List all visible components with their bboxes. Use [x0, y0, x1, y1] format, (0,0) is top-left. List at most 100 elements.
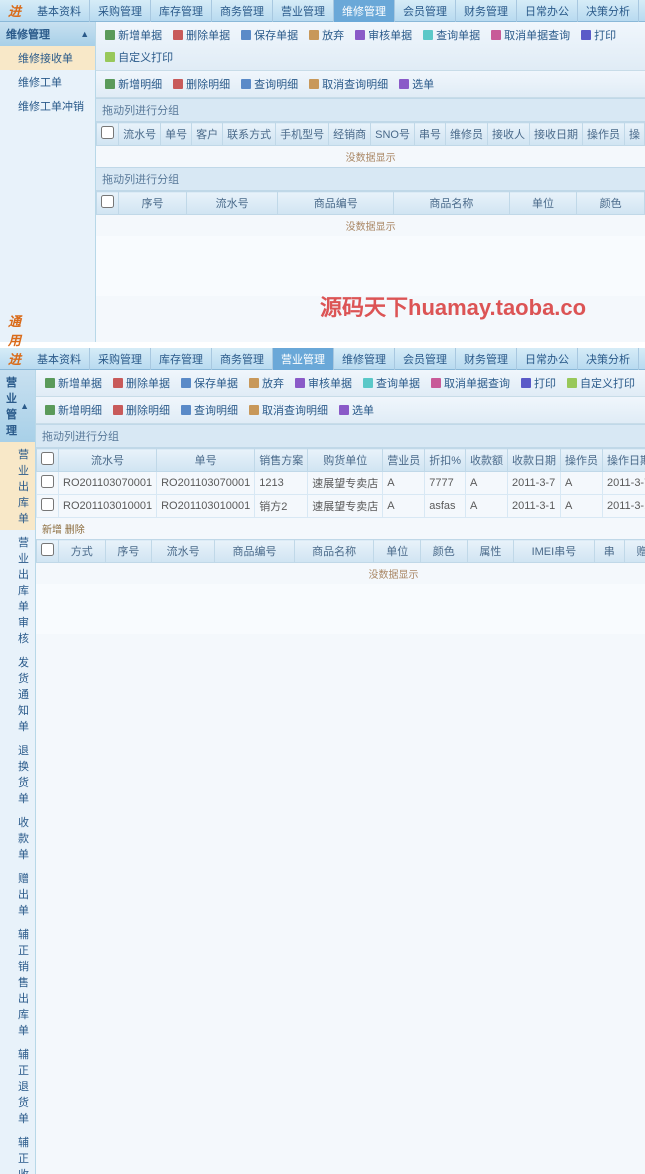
main-tab[interactable]: 基本资料: [29, 0, 90, 22]
row-checkbox[interactable]: [41, 475, 54, 488]
column-header[interactable]: 操作日期: [603, 449, 645, 472]
main-tab[interactable]: 日常办公: [517, 348, 578, 370]
toolbar-button[interactable]: 删除单据: [108, 373, 174, 393]
main-tab[interactable]: 查询管: [639, 0, 645, 22]
toolbar-button[interactable]: 查询单据: [418, 25, 484, 45]
select-all-checkbox[interactable]: [101, 195, 114, 208]
main-tab[interactable]: 维修管理: [334, 0, 395, 22]
column-header[interactable]: 颜色: [577, 192, 645, 215]
toolbar-button[interactable]: 新增单据: [40, 373, 106, 393]
main-tab[interactable]: 采购管理: [90, 0, 151, 22]
column-header[interactable]: 单号: [161, 123, 192, 146]
main-tab[interactable]: 营业管理: [273, 348, 334, 370]
toolbar-button[interactable]: 选单: [394, 74, 438, 94]
column-header[interactable]: SNO号: [371, 123, 415, 146]
main-tab[interactable]: 基本资料: [29, 348, 90, 370]
column-header[interactable]: 商品编号: [215, 540, 295, 563]
toolbar-button[interactable]: 删除明细: [168, 74, 234, 94]
column-header[interactable]: 流水号: [152, 540, 215, 563]
toolbar-button[interactable]: 取消查询明细: [244, 400, 332, 420]
column-header[interactable]: 串号: [415, 123, 446, 146]
sidebar-item[interactable]: 收款单: [0, 810, 35, 866]
main-tab[interactable]: 日常办公: [517, 0, 578, 22]
column-header[interactable]: IMEI串号: [514, 540, 595, 563]
main-tab[interactable]: 商务管理: [212, 0, 273, 22]
chevron-up-icon[interactable]: ▲: [80, 29, 89, 39]
toolbar-button[interactable]: 取消单据查询: [426, 373, 514, 393]
table-row[interactable]: RO201103010001RO201103010001销方2速展望专卖店Aas…: [37, 495, 645, 518]
toolbar-button[interactable]: 取消查询明细: [304, 74, 392, 94]
column-header[interactable]: 流水号: [186, 192, 278, 215]
toolbar-button[interactable]: 选单: [334, 400, 378, 420]
select-all-checkbox[interactable]: [101, 126, 114, 139]
column-header[interactable]: 维修员: [446, 123, 488, 146]
main-tab[interactable]: 决策分析: [578, 0, 639, 22]
sidebar-item[interactable]: 赠出单: [0, 866, 35, 922]
column-header[interactable]: 手机型号: [276, 123, 329, 146]
toolbar-button[interactable]: 取消单据查询: [486, 25, 574, 45]
toolbar-button[interactable]: 保存单据: [236, 25, 302, 45]
toolbar-button[interactable]: 保存单据: [176, 373, 242, 393]
toolbar-button[interactable]: 查询明细: [176, 400, 242, 420]
column-header[interactable]: 操作员: [583, 123, 625, 146]
column-header[interactable]: 销售方案: [255, 449, 308, 472]
sidebar-item[interactable]: 维修工单冲销: [0, 94, 95, 118]
column-header[interactable]: 客户: [192, 123, 223, 146]
footer-tabs[interactable]: 新增 删除: [36, 518, 645, 539]
toolbar-button[interactable]: 删除单据: [168, 25, 234, 45]
table-row[interactable]: RO201103070001RO2011030700011213速展望专卖店A7…: [37, 472, 645, 495]
toolbar-button[interactable]: 审核单据: [290, 373, 356, 393]
column-header[interactable]: 序号: [105, 540, 152, 563]
column-header[interactable]: 流水号: [119, 123, 161, 146]
column-header[interactable]: 经销商: [329, 123, 371, 146]
column-header[interactable]: 序号: [119, 192, 187, 215]
toolbar-button[interactable]: 自定义打印: [562, 373, 639, 393]
toolbar-button[interactable]: 删除明细: [108, 400, 174, 420]
toolbar-button[interactable]: 查询明细: [236, 74, 302, 94]
column-header[interactable]: 营业员: [383, 449, 425, 472]
column-header[interactable]: 收款日期: [508, 449, 561, 472]
sidebar-item[interactable]: 退换货单: [0, 738, 35, 810]
row-checkbox[interactable]: [41, 498, 54, 511]
column-header[interactable]: 属性: [467, 540, 514, 563]
toolbar-button[interactable]: 放弃: [244, 373, 288, 393]
toolbar-button[interactable]: 新增单据: [100, 25, 166, 45]
column-header[interactable]: 商品编号: [278, 192, 394, 215]
main-tab[interactable]: 商务管理: [212, 348, 273, 370]
column-header[interactable]: 流水号: [59, 449, 157, 472]
sidebar-item[interactable]: 辅正退货单: [0, 1042, 35, 1130]
sidebar-item[interactable]: 营业出库单审核: [0, 530, 35, 650]
column-header[interactable]: 单位: [509, 192, 577, 215]
column-header[interactable]: 单号: [157, 449, 255, 472]
main-tab[interactable]: 查询管理: [639, 348, 645, 370]
column-header[interactable]: 方式: [59, 540, 106, 563]
toolbar-button[interactable]: 查询单据: [358, 373, 424, 393]
column-header[interactable]: 联系方式: [223, 123, 276, 146]
toolbar-button[interactable]: 打印: [576, 25, 620, 45]
main-tab[interactable]: 库存管理: [151, 0, 212, 22]
sidebar-item[interactable]: 辅正销售出库单: [0, 922, 35, 1042]
toolbar-button[interactable]: 自定义打印: [100, 47, 177, 67]
sidebar-item[interactable]: 维修工单: [0, 70, 95, 94]
toolbar-button[interactable]: 新增明细: [40, 400, 106, 420]
column-header[interactable]: 购货单位: [308, 449, 383, 472]
chevron-up-icon[interactable]: ▲: [20, 401, 29, 411]
main-tab[interactable]: 财务管理: [456, 348, 517, 370]
column-header[interactable]: 操作员: [561, 449, 603, 472]
toolbar-button[interactable]: 审核单据: [350, 25, 416, 45]
toolbar-button[interactable]: 放弃: [304, 25, 348, 45]
sidebar-item[interactable]: 辅正收款单: [0, 1130, 35, 1174]
main-tab[interactable]: 财务管理: [456, 0, 517, 22]
column-header[interactable]: 颜色: [421, 540, 468, 563]
toolbar-button[interactable]: 新增明细: [100, 74, 166, 94]
column-header[interactable]: 赠品: [624, 540, 645, 563]
column-header[interactable]: 接收日期: [530, 123, 583, 146]
column-header[interactable]: 商品名称: [394, 192, 510, 215]
main-tab[interactable]: 会员管理: [395, 0, 456, 22]
main-tab[interactable]: 营业管理: [273, 0, 334, 22]
main-tab[interactable]: 会员管理: [395, 348, 456, 370]
main-tab[interactable]: 维修管理: [334, 348, 395, 370]
sidebar-item[interactable]: 维修接收单: [0, 46, 95, 70]
column-header[interactable]: 操: [625, 123, 645, 146]
column-header[interactable]: 折扣%: [425, 449, 466, 472]
